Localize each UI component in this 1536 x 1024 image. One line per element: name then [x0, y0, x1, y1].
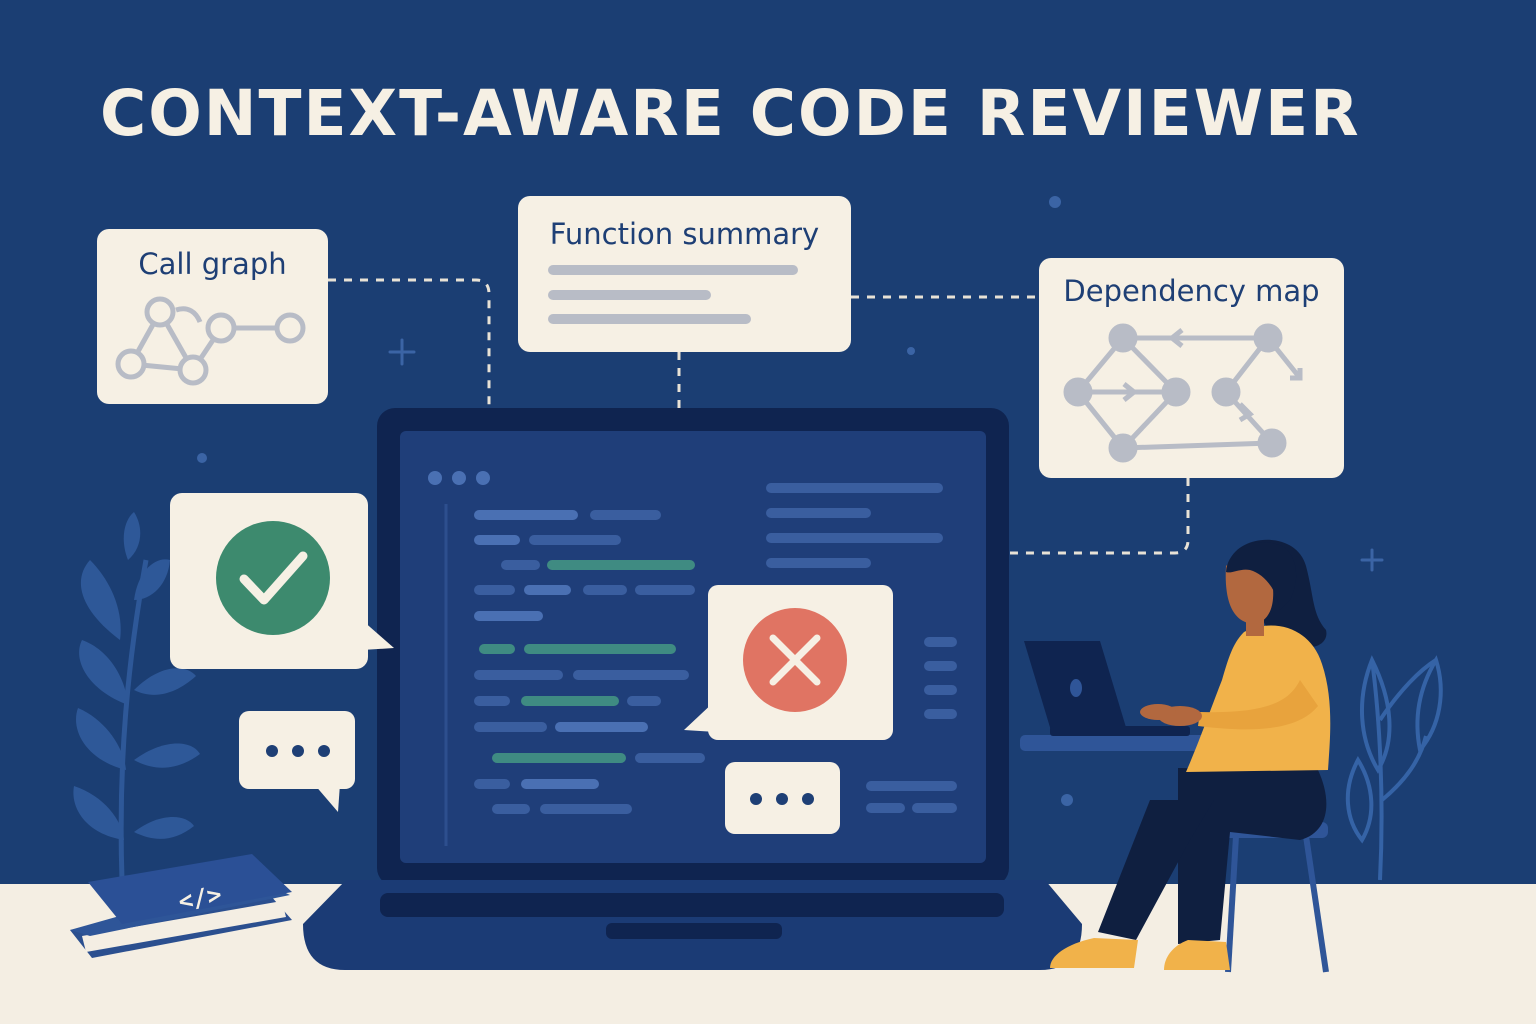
function-summary-label: Function summary [549, 217, 820, 251]
window-controls [428, 471, 490, 485]
typing-dots-icon [266, 745, 330, 757]
typing-bubble-screen [725, 762, 840, 834]
laptop [303, 408, 1082, 970]
typing-dots-icon [750, 793, 814, 805]
illustration-scene: CONTEXT-AWARE CODE REVIEWER Call graph F… [0, 0, 1536, 1024]
page-title: CONTEXT-AWARE CODE REVIEWER [100, 77, 1361, 150]
call-graph-label: Call graph [138, 247, 287, 281]
dependency-map-label: Dependency map [1063, 274, 1320, 308]
approve-comment-bubble [170, 493, 394, 669]
reject-comment-bubble [684, 585, 893, 740]
cross-icon [743, 608, 847, 712]
laptop-trackpad [606, 923, 782, 939]
check-icon [216, 521, 330, 635]
desk [1020, 735, 1206, 751]
